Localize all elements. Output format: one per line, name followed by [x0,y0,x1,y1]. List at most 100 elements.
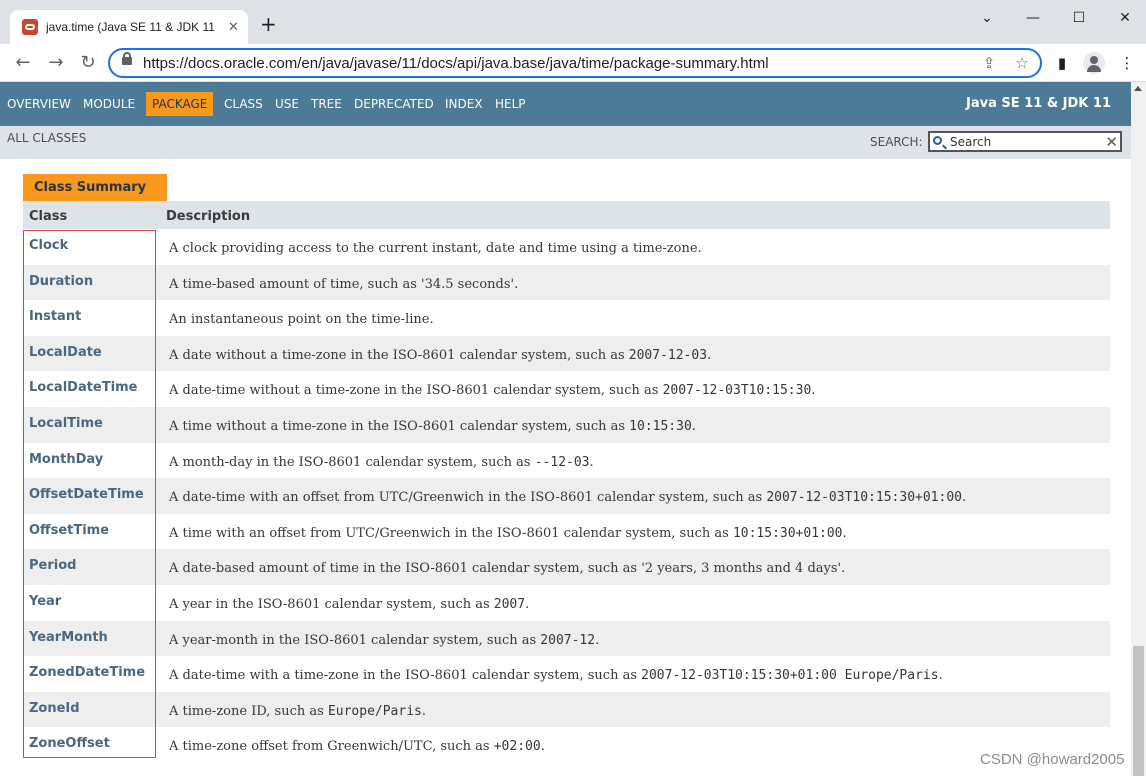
description-text: A year-month in the ISO-8601 calendar sy… [169,632,541,648]
reload-icon[interactable]: ↻ [77,52,99,74]
url-text[interactable]: https://docs.oracle.com/en/java/javase/1… [143,55,769,72]
description-cell: A time with an offset from UTC/Greenwich… [169,526,847,541]
description-suffix: . [842,525,847,541]
description-suffix: . [421,703,426,719]
description-cell: A date-time with an offset from UTC/Gree… [169,490,966,505]
description-cell: An instantaneous point on the time-line. [169,312,434,327]
code-example: 2007-12-03T10:15:30+01:00 [766,490,962,506]
javadoc-top-nav: OVERVIEW MODULE PACKAGE CLASS USE TREE D… [0,82,1131,126]
nav-class[interactable]: CLASS [218,92,269,116]
description-suffix: . [691,418,696,434]
back-arrow-icon[interactable]: ← [12,52,34,74]
about-language: Java SE 11 & JDK 11 [966,96,1111,111]
table-row: Period A date-based amount of time in the… [23,549,1110,585]
search-label: SEARCH: [870,135,923,149]
search-box[interactable]: ✕ [928,131,1122,152]
code-example: Europe/Paris [327,703,422,719]
tab-title: java.time (Java SE 11 & JDK 11 [46,20,215,34]
code-example: 2007-12-03 [628,347,708,363]
table-row: YearMonth A year-month in the ISO-8601 ca… [23,620,1110,657]
code-example: 10:15:30+01:00 [732,525,843,541]
watermark: CSDN @howard2005 [980,751,1125,768]
close-window-icon[interactable]: ✕ [1115,8,1135,28]
table-row: ZoneId A time-zone ID, such as Europe/Par… [23,691,1110,728]
table-row: LocalTime A time without a time-zone in t… [23,406,1110,443]
nav-help[interactable]: HELP [489,92,532,116]
table-row: LocalDateTime A date-time without a time-… [23,371,1110,407]
description-text: A clock providing access to the current … [169,241,702,256]
table-row: ZoneOffset A time-zone offset from Greenw… [23,727,1110,763]
table-row: OffsetTime A time with an offset from UTC… [23,513,1110,550]
javadoc-sub-nav: ALL CLASSES SEARCH: ✕ [0,126,1131,159]
table-row: LocalDate A date without a time-zone in t… [23,335,1110,372]
description-cell: A year in the ISO-8601 calendar system, … [169,597,529,612]
code-example: 10:15:30 [629,418,692,434]
description-text: A month-day in the ISO-8601 calendar sys… [169,454,535,470]
address-bar[interactable]: https://docs.oracle.com/en/java/javase/1… [108,48,1042,78]
search-input[interactable] [950,134,1100,150]
profile-avatar-icon[interactable] [1083,52,1105,74]
header-description: Description [166,209,251,224]
code-example: +02:00 [493,739,541,755]
nav-deprecated[interactable]: DEPRECATED [348,92,440,116]
share-icon[interactable]: ⇪ [980,54,998,72]
scroll-thumb[interactable] [1133,646,1144,776]
description-cell: A time-based amount of time, such as '34… [169,277,518,292]
all-classes-link[interactable]: ALL CLASSES [7,131,86,145]
scroll-up-arrow-icon[interactable] [1134,86,1142,91]
description-cell: A date-time without a time-zone in the I… [169,383,815,398]
table-row: OffsetDateTime A date-time with an offset… [23,478,1110,514]
description-text: A date-time without a time-zone in the I… [169,383,663,399]
nav-tree[interactable]: TREE [305,92,348,116]
description-suffix: . [961,490,967,506]
oracle-favicon-icon [22,19,38,35]
menu-kebab-icon[interactable]: ⋮ [1117,53,1137,73]
description-text: A date without a time-zone in the ISO-86… [169,347,629,363]
nav-module[interactable]: MODULE [77,92,141,116]
table-row: Clock A clock providing access to the cur… [23,229,1110,265]
side-panel-icon[interactable]: ▮ [1052,53,1072,73]
description-text: A date-based amount of time in the ISO-8… [169,561,846,577]
table-row: Duration A time-based amount of time, suc… [23,264,1110,301]
bookmark-star-icon[interactable]: ☆ [1013,54,1031,72]
tab-search-chevron-icon[interactable]: ⌄ [977,8,997,28]
nav-use[interactable]: USE [269,92,305,116]
description-text: A year in the ISO-8601 calendar system, … [169,596,494,612]
table-row: ZonedDateTime A date-time with a time-zon… [23,656,1110,692]
table-row: MonthDay A month-day in the ISO-8601 cale… [23,442,1110,479]
description-suffix: . [938,668,943,684]
search-reset-icon[interactable]: ✕ [1105,134,1118,150]
lock-icon[interactable] [122,52,132,65]
class-column-highlight [23,230,156,758]
minimize-icon[interactable]: — [1023,8,1043,28]
nav-package[interactable]: PACKAGE [146,92,214,116]
forward-arrow-icon[interactable]: → [45,52,67,74]
nav-index[interactable]: INDEX [439,92,489,116]
class-summary-caption: Class Summary [23,174,167,201]
new-tab-icon[interactable]: + [260,14,277,34]
description-suffix: . [525,596,530,612]
maximize-icon[interactable]: ☐ [1069,8,1089,28]
browser-tab-bar: java.time (Java SE 11 & JDK 11 ✕ + ⌄ — ☐… [0,0,1146,44]
nav-overview[interactable]: OVERVIEW [1,92,77,116]
description-suffix: . [595,632,600,648]
table-header: Class Description [23,201,1110,229]
description-cell: A date without a time-zone in the ISO-86… [169,348,711,363]
description-cell: A date-time with a time-zone in the ISO-… [169,668,943,683]
description-cell: A time-zone ID, such as Europe/Paris. [169,704,426,719]
description-text: A time-based amount of time, such as '34… [169,276,519,292]
browser-tab[interactable]: java.time (Java SE 11 & JDK 11 ✕ [10,10,248,44]
header-class: Class [29,209,68,224]
code-example: 2007 [493,596,526,612]
description-cell: A year-month in the ISO-8601 calendar sy… [169,633,599,648]
description-text: A time-zone ID, such as [169,703,328,719]
vertical-scrollbar[interactable] [1131,82,1146,776]
page-viewport: OVERVIEW MODULE PACKAGE CLASS USE TREE D… [0,82,1131,776]
description-text: A date-time with an offset from UTC/Gree… [169,490,767,506]
code-example: --12-03 [534,454,590,470]
description-suffix: . [811,383,816,399]
description-suffix: . [589,454,594,470]
close-tab-icon[interactable]: ✕ [228,20,239,35]
description-suffix: . [540,739,545,755]
description-text: A time with an offset from UTC/Greenwich… [169,525,733,541]
